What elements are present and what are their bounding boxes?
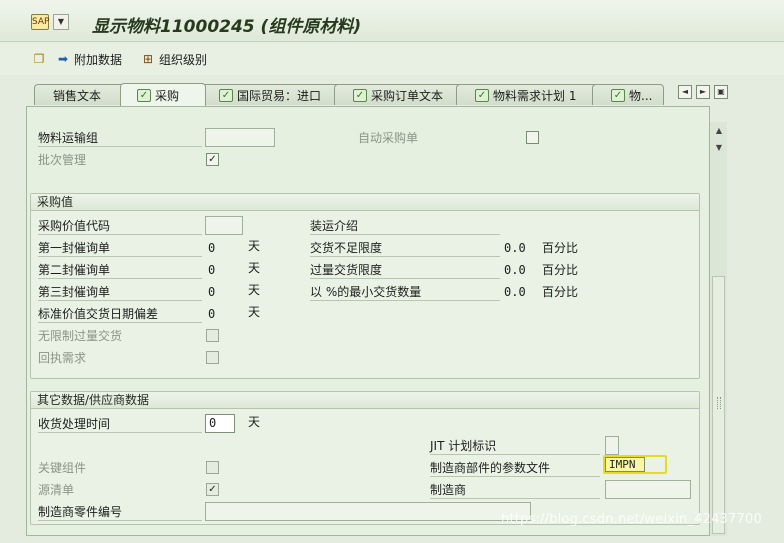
underdelivery-tol-value: 0.0	[504, 241, 526, 255]
scroll-down-icon[interactable]: ▼	[714, 143, 724, 153]
unlimited-overdelivery-label: 无限制过量交货	[38, 329, 123, 343]
overdelivery-tol-value: 0.0	[504, 263, 526, 277]
application-toolbar: ❐ ➡ 附加数据 ⊞ 组织级别	[0, 43, 784, 75]
tab-label: 采购	[155, 88, 180, 103]
org-levels-icon: ⊞	[142, 52, 154, 66]
reminder1-unit: 天	[248, 239, 261, 253]
tab-purchasing[interactable]: ✓ 采购	[120, 83, 206, 106]
additional-data-label: 附加数据	[74, 52, 123, 67]
tab-label: 物料需求计划 1	[493, 88, 577, 103]
jit-indicator-label: JIT 计划标识	[430, 437, 600, 455]
reminder2-unit: 天	[248, 261, 261, 275]
tab-more[interactable]: ✓ 物...	[592, 84, 664, 105]
tab-label: 采购订单文本	[371, 88, 444, 103]
tab-foreign-trade-import[interactable]: ✓ 国际贸易：进口	[200, 84, 348, 105]
mfr-part-number-label: 制造商零件编号	[38, 503, 202, 521]
overdelivery-tol-label: 过量交货限度	[310, 261, 500, 279]
mfr-part-profile-field[interactable]: IMPN	[605, 457, 645, 472]
check-icon: ✓	[219, 88, 233, 102]
copy-button[interactable]: ❐	[32, 50, 46, 68]
source-list-label: 源清单	[38, 483, 75, 497]
sap-screen-icon[interactable]: SAP	[31, 14, 49, 30]
reminder2-label: 第二封催询单	[38, 261, 202, 279]
reminder3-value: 0	[208, 285, 216, 299]
std-deviation-unit: 天	[248, 305, 261, 319]
reminder3-label: 第三封催询单	[38, 283, 202, 301]
check-icon: ✓	[611, 88, 625, 102]
critical-part-label: 关键组件	[38, 461, 87, 475]
source-list-checkbox[interactable]: ✓	[206, 483, 219, 496]
check-icon: ✓	[475, 88, 489, 102]
reminder1-value: 0	[208, 241, 216, 255]
ack-required-label: 回执需求	[38, 351, 87, 365]
std-deviation-value: 0	[208, 307, 216, 321]
reminder2-value: 0	[208, 263, 216, 277]
critical-part-checkbox[interactable]	[206, 461, 219, 474]
manufacturer-label: 制造商	[430, 481, 600, 499]
pur-value-key-label: 采购价值代码	[38, 217, 202, 235]
manufacturer-field[interactable]	[605, 480, 691, 499]
ack-required-checkbox[interactable]	[206, 351, 219, 364]
purchasing-values-title: 采购值	[31, 194, 699, 211]
tab-po-text[interactable]: ✓ 采购订单文本	[334, 84, 466, 105]
pur-value-key-field[interactable]	[205, 216, 243, 235]
check-icon: ✓	[353, 88, 367, 102]
material-freight-group-field[interactable]	[205, 128, 275, 147]
gr-processing-time-label: 收货处理时间	[38, 415, 202, 433]
tab-sales-text[interactable]: 销售文本	[34, 84, 130, 105]
scroll-grip-icon	[717, 397, 721, 409]
std-deviation-label: 标准价值交货日期偏差	[38, 305, 202, 323]
additional-data-button[interactable]: ➡ 附加数据	[56, 50, 122, 68]
tab-label: 国际贸易：进口	[237, 88, 322, 103]
tab-label: 销售文本	[53, 88, 102, 103]
gr-processing-time-unit: 天	[248, 415, 261, 429]
min-delivery-qty-unit: 百分比	[542, 285, 579, 299]
mfr-part-profile-label: 制造商部件的参数文件	[430, 459, 600, 477]
auto-po-checkbox[interactable]	[526, 131, 539, 144]
check-icon: ✓	[137, 88, 151, 102]
batch-mgmt-checkbox[interactable]: ✓	[206, 153, 219, 166]
window-title: 显示物料11000245 (组件原材料)	[92, 17, 362, 37]
watermark: https://blog.csdn.net/weixin_42437700	[501, 512, 762, 527]
system-menu-dropdown-icon[interactable]: ▼	[53, 14, 69, 30]
mfr-part-number-field[interactable]	[205, 502, 531, 521]
overdelivery-tol-unit: 百分比	[542, 263, 579, 277]
gr-processing-time-field[interactable]: 0	[205, 414, 235, 433]
copy-icon: ❐	[33, 52, 45, 66]
tab-list-button[interactable]: ▣	[714, 85, 728, 99]
batch-mgmt-label: 批次管理	[38, 153, 87, 167]
unlimited-overdelivery-checkbox[interactable]	[206, 329, 219, 342]
tab-strip: 销售文本 ✓ 采购 ✓ 国际贸易：进口 ✓ 采购订单文本 ✓ 物料需求计划 1 …	[0, 83, 784, 106]
org-levels-button[interactable]: ⊞ 组织级别	[141, 50, 207, 68]
tab-label: 物...	[629, 88, 653, 103]
tab-mrp-1[interactable]: ✓ 物料需求计划 1	[456, 84, 600, 105]
reminder1-label: 第一封催询单	[38, 239, 202, 257]
arrow-right-icon: ➡	[57, 52, 69, 66]
min-delivery-qty-label: 以 %的最小交货数量	[310, 283, 500, 301]
min-delivery-qty-value: 0.0	[504, 285, 526, 299]
other-data-title: 其它数据/供应商数据	[31, 392, 699, 409]
tab-prev-button[interactable]: ◄	[678, 85, 692, 99]
org-levels-label: 组织级别	[159, 52, 208, 67]
reminder3-unit: 天	[248, 283, 261, 297]
scroll-up-icon[interactable]: ▲	[714, 126, 724, 136]
underdelivery-tol-label: 交货不足限度	[310, 239, 500, 257]
auto-po-label: 自动采购单	[358, 131, 419, 145]
jit-indicator-field[interactable]	[605, 436, 619, 455]
tab-next-button[interactable]: ►	[696, 85, 710, 99]
underdelivery-tol-unit: 百分比	[542, 241, 579, 255]
material-freight-group-label: 物料运输组	[38, 129, 202, 147]
title-bar: SAP ▼ 显示物料11000245 (组件原材料)	[0, 0, 784, 42]
shipping-instr-label: 装运介绍	[310, 217, 500, 235]
